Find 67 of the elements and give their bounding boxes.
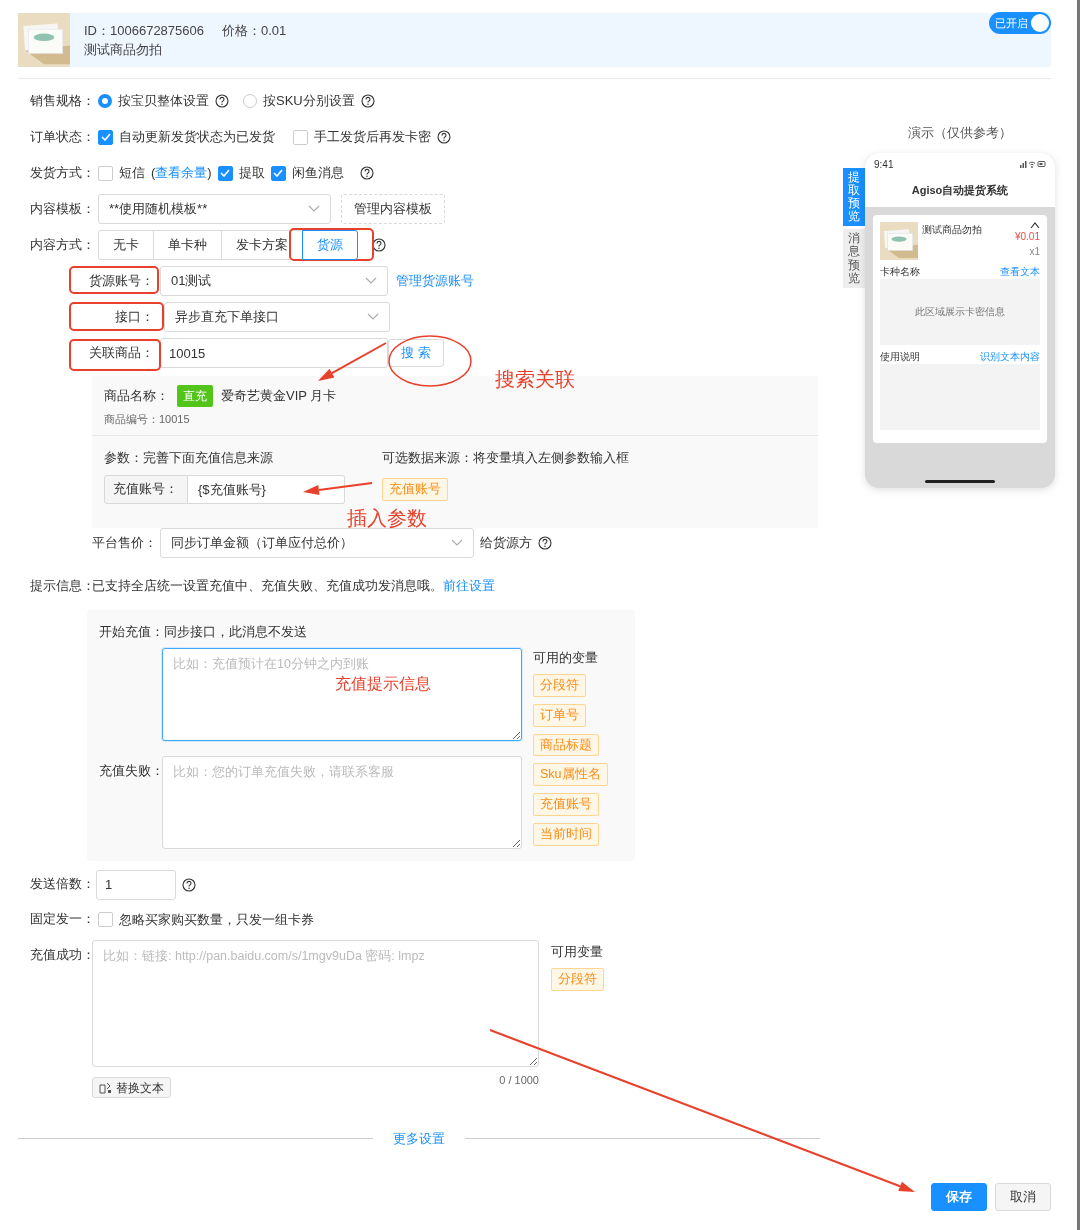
- field-label: 固定发一：: [30, 911, 92, 929]
- action-button[interactable]: 取消: [995, 1183, 1051, 1211]
- field-label: 平台售价：: [92, 534, 154, 552]
- tab[interactable]: 无卡: [98, 230, 154, 260]
- option-label[interactable]: 忽略买家购买数量，只发一组卡券: [119, 909, 314, 930]
- manage-template-button[interactable]: 管理内容模板: [341, 194, 445, 224]
- field-label: 发货方式：: [30, 164, 92, 182]
- app-title: Agiso自动提货系统: [910, 182, 1010, 198]
- select-field[interactable]: 01测试: [160, 266, 388, 296]
- variables-title: 可用变量: [551, 942, 604, 961]
- section-label: 卡种名称: [880, 264, 920, 279]
- field-suffix: 给货源方: [480, 534, 532, 553]
- quantity-text: x1: [1029, 244, 1040, 259]
- variables-title: 可用的变量: [533, 648, 599, 667]
- preview-title: 演示（仅供参考）: [907, 124, 1013, 142]
- field-label: 关联商品：: [89, 346, 154, 361]
- quantity-input[interactable]: 1: [96, 869, 176, 900]
- field-label: 内容模板：: [30, 200, 92, 218]
- price-text: ¥0.01: [1014, 229, 1040, 244]
- field-label: 内容方式：: [30, 236, 92, 254]
- select-field[interactable]: 同步订单金额（订单应付总价）: [160, 528, 474, 558]
- option-label[interactable]: 按SKU分别设置: [263, 91, 355, 111]
- option-label[interactable]: 按宝贝整体设置: [118, 91, 209, 111]
- select-field[interactable]: 异步直充下单接口: [164, 302, 390, 332]
- option-label[interactable]: 提取: [238, 163, 265, 183]
- field-label: 充值成功：: [30, 946, 92, 964]
- option-label[interactable]: 短信: [119, 163, 145, 183]
- tip-text: 已支持全店统一设置充值中、充值失败、充值成功发消息哦。: [92, 577, 443, 596]
- product-price: 价格：0.01: [222, 21, 287, 40]
- annotation-text: 插入参数: [347, 506, 427, 531]
- preview-tab[interactable]: 消息预览: [843, 229, 865, 288]
- direct-charge-tag: 直充: [177, 385, 213, 407]
- annotation-text: 充值提示信息: [335, 674, 431, 694]
- annotation-text: 搜索关联: [495, 367, 575, 392]
- status-time: 9:41: [874, 157, 894, 172]
- field-label: 发送倍数：: [30, 876, 92, 894]
- sources-title: 可选数据来源：将变量填入左侧参数输入框: [382, 448, 629, 467]
- product-name: 测试商品勿拍: [922, 222, 983, 237]
- note-text: 同步接口，此消息不发送: [164, 623, 307, 641]
- paren: (: [151, 164, 156, 183]
- product-input[interactable]: 10015: [160, 338, 388, 368]
- field-label: 充值失败：: [99, 762, 162, 780]
- replace-text-button[interactable]: 替换文本: [92, 1077, 171, 1098]
- product-name: 爱奇艺黄金VIP 月卡: [221, 387, 337, 406]
- tab[interactable]: 单卡种: [153, 230, 222, 260]
- field-label: 商品名称：: [104, 387, 169, 406]
- product-id: ID：1006672875606: [84, 21, 204, 40]
- option-label[interactable]: 自动更新发货状态为已发货: [119, 127, 275, 147]
- field-label: 订单状态：: [30, 128, 92, 146]
- params-title: 参数：完善下面充值信息来源: [104, 448, 274, 467]
- message-textarea[interactable]: 比如：您的订单充值失败，请联系客服: [162, 755, 522, 849]
- option-label[interactable]: 闲鱼消息: [291, 163, 344, 183]
- option-label[interactable]: 手工发货后再发卡密: [314, 127, 431, 147]
- placeholder-text: 此区域展示卡密信息: [915, 305, 1005, 319]
- field-label: 货源账号：: [89, 274, 154, 289]
- char-counter: 0 / 1000: [499, 1073, 539, 1088]
- product-title: 测试商品勿拍: [84, 41, 163, 59]
- field-label: 提示信息：: [30, 577, 92, 595]
- message-textarea[interactable]: 比如：链接: http://pan.baidu.com/s/1mgv9uDa 密码: lmpz: [92, 939, 539, 1067]
- select-field[interactable]: **使用随机模板**: [98, 194, 331, 224]
- field-label: 开始充值：: [99, 623, 164, 641]
- field-label: 接口：: [115, 310, 154, 325]
- field-label: 销售规格：: [30, 92, 92, 110]
- product-code: 商品编号：10015: [104, 412, 191, 427]
- paren: ): [207, 164, 212, 183]
- tab[interactable]: 发卡方案: [221, 230, 303, 260]
- section-label: 使用说明: [880, 349, 920, 364]
